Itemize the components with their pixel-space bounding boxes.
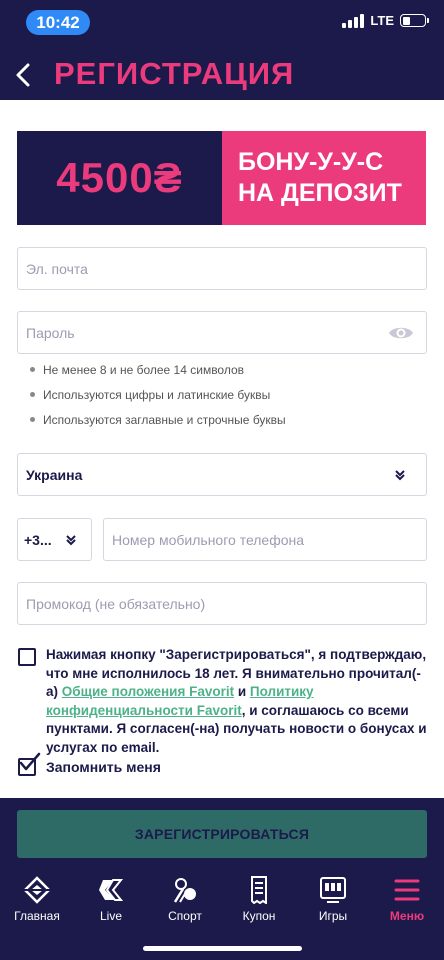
status-time: 10:42 [26,10,90,35]
games-icon [320,877,346,903]
battery-icon [400,14,429,27]
bottom-panel: ЗАРЕГИСТРИРОВАТЬСЯ Главная Live Спорт Ку… [0,798,444,960]
sport-icon [173,878,196,903]
phone-input[interactable] [104,519,426,560]
consent-checkbox[interactable] [18,648,36,666]
email-field-wrapper [17,247,427,290]
tab-sport[interactable]: Спорт [148,876,222,926]
country-value: Украина [26,467,83,483]
menu-icon [394,879,420,901]
favorit-logo-icon [23,876,51,904]
password-input[interactable] [18,312,426,353]
remember-me-label: Запомнить меня [46,759,161,775]
tab-menu[interactable]: Меню [370,876,444,926]
status-indicators: LTE [342,13,429,28]
phone-code-select[interactable]: +3... [17,518,92,561]
tab-label: Меню [389,909,425,923]
coupon-icon [251,876,267,904]
phone-code-value: +3... [24,532,52,548]
password-hint: Используются заглавные и строчные буквы [30,412,286,437]
tab-label: Купон [242,909,276,923]
promo-code-input[interactable] [18,583,426,624]
promo-field-wrapper [17,582,427,625]
password-field-wrapper [17,311,427,354]
back-arrow-icon[interactable] [10,58,36,92]
battery-level [402,16,410,25]
bonus-line-2: НА ДЕПОЗИТ [238,179,402,207]
tab-games[interactable]: Игры [296,876,370,926]
tab-coupon[interactable]: Купон [222,876,296,926]
tab-home[interactable]: Главная [0,876,74,926]
page-title: РЕГИСТРАЦИЯ [54,56,295,91]
tab-label: Главная [14,909,60,923]
chevron-down-icon [66,535,76,546]
consent-text: Нажимая кнопку "Зарегистрироваться", я п… [46,646,431,757]
eye-icon[interactable] [388,323,414,343]
tab-label: Игры [318,909,348,923]
consent-text-part: и [234,684,250,699]
signal-icon [342,13,365,28]
network-type: LTE [370,13,394,28]
register-button[interactable]: ЗАРЕГИСТРИРОВАТЬСЯ [17,810,427,858]
terms-link[interactable]: Общие положения Favorit [62,684,234,699]
tab-live[interactable]: Live [74,876,148,926]
password-hint: Используются цифры и латинские буквы [30,387,286,412]
app-header: 10:42 LTE РЕГИСТРАЦИЯ [0,0,444,100]
bonus-line-1: БОНУ-У-У-С [238,148,384,176]
phone-field-wrapper [103,518,427,561]
password-hints: Не менее 8 и не более 14 символов Исполь… [30,362,286,437]
chevron-down-icon [395,470,405,481]
email-input[interactable] [18,248,426,289]
country-select[interactable]: Украина [17,453,427,496]
home-indicator[interactable] [143,946,302,951]
password-hint: Не менее 8 и не более 14 символов [30,362,286,387]
live-icon [99,879,124,901]
bonus-text: БОНУ-У-У-С НА ДЕПОЗИТ [222,131,426,225]
bonus-amount: 4500₴ [17,131,222,225]
tab-label: Live [99,909,122,923]
tab-label: Спорт [168,909,202,923]
checkmark-icon [19,752,41,771]
bonus-banner[interactable]: 4500₴ БОНУ-У-У-С НА ДЕПОЗИТ [17,131,426,225]
tab-bar: Главная Live Спорт Купон Игры Меню [0,876,444,926]
